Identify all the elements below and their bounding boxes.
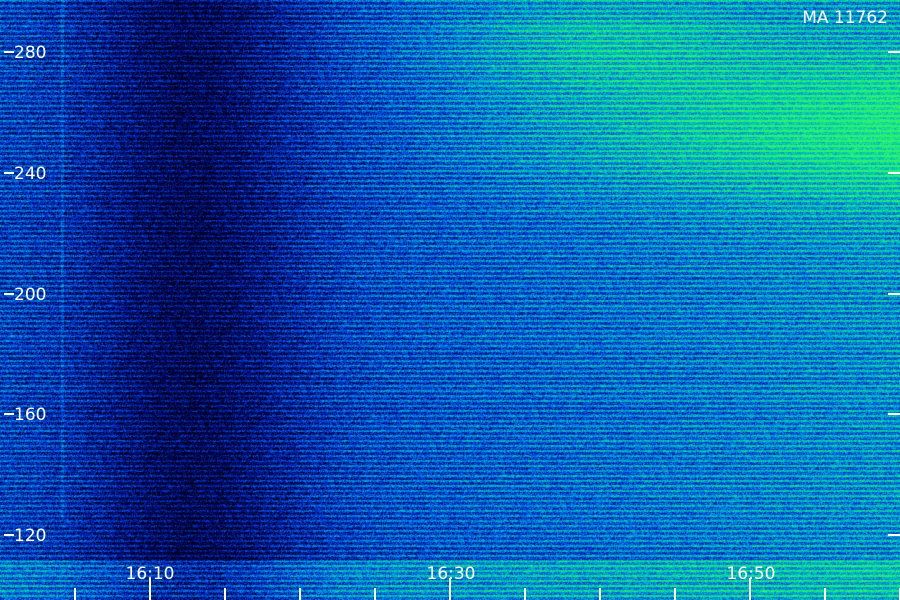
- x-label-1630: 16:30: [427, 564, 476, 584]
- station-stamp: MA 11762: [802, 8, 888, 28]
- y-label-120: 120: [14, 526, 46, 546]
- y-label-240: 240: [14, 164, 46, 184]
- axis-overlay: MA 11762 280 240 200 160 120 16:10 16:30…: [4, 8, 900, 600]
- y-label-160: 160: [14, 405, 46, 425]
- x-label-1610: 16:10: [126, 564, 175, 584]
- y-label-280: 280: [14, 43, 46, 63]
- x-axis-ticks: [74, 578, 900, 600]
- x-label-1650: 16:50: [727, 564, 776, 584]
- x-axis-labels: 16:10 16:30 16:50: [126, 564, 776, 584]
- stamp-group: MA 11762: [802, 8, 888, 28]
- y-axis: 280 240 200 160 120: [4, 43, 900, 546]
- y-label-200: 200: [14, 285, 46, 305]
